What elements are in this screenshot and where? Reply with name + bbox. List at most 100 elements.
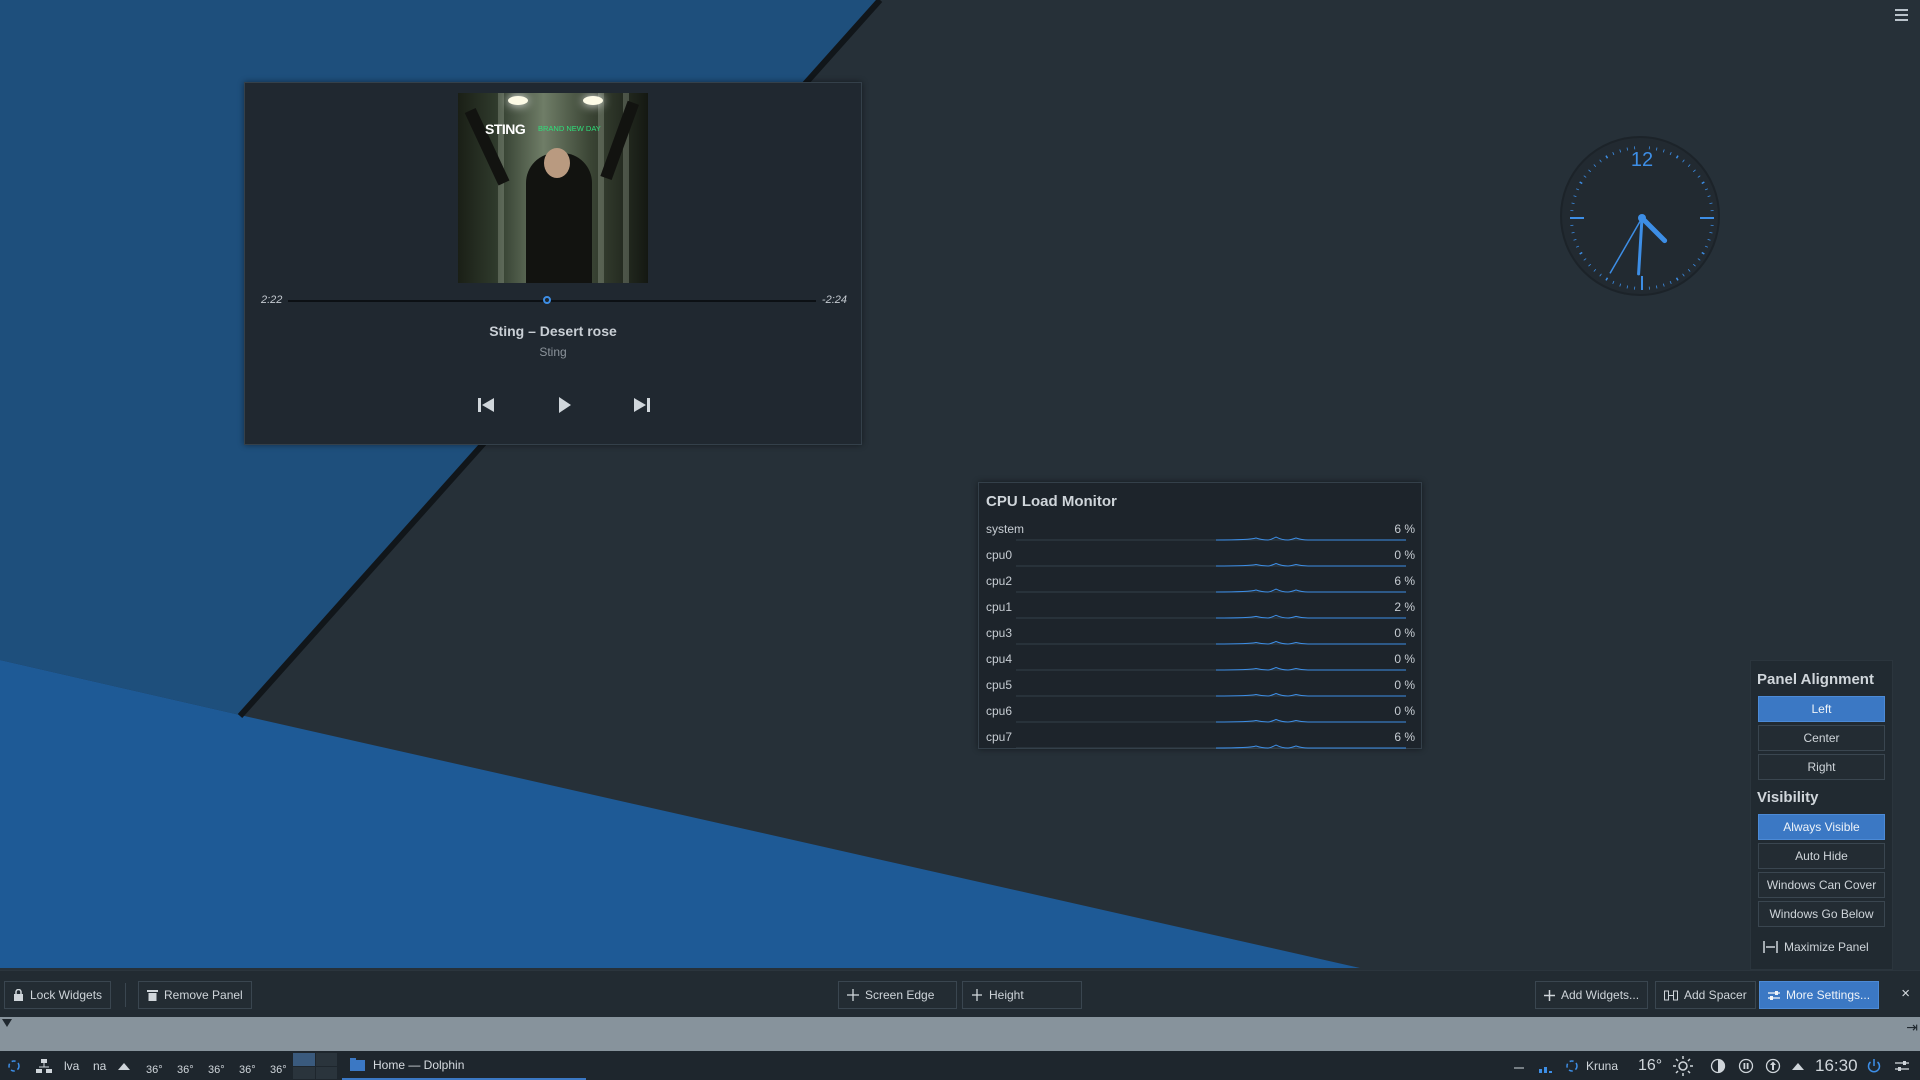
panel-configure-button[interactable] [1895, 1051, 1909, 1080]
alignment-left-button[interactable]: Left [1758, 696, 1885, 722]
network-button[interactable] [36, 1051, 52, 1080]
visibility-windows-can-cover-button[interactable]: Windows Can Cover [1758, 872, 1885, 898]
analog-clock-widget: 12 [1560, 136, 1720, 296]
previous-track-button[interactable] [474, 393, 498, 417]
maximize-panel-button[interactable]: Maximize Panel [1763, 940, 1869, 954]
more-settings-button[interactable]: More Settings... [1759, 981, 1880, 1009]
visibility-always-visible-button[interactable]: Always Visible [1758, 814, 1885, 840]
desktop-3[interactable] [293, 1066, 315, 1079]
keyboard-layout-1[interactable]: lva [64, 1051, 79, 1080]
cpu-row-name: cpu0 [986, 548, 1013, 562]
album-cover: STING BRAND NEW DAY [458, 93, 648, 283]
power-button[interactable] [1866, 1051, 1882, 1080]
alignment-center-button[interactable]: Center [1758, 725, 1885, 751]
cpu-row-name: cpu4 [986, 652, 1013, 666]
cpu-row-name: cpu2 [986, 574, 1013, 588]
update-button[interactable] [1765, 1051, 1781, 1080]
keyboard-layout-2[interactable]: na [93, 1051, 106, 1080]
audio-visualizer [1538, 1051, 1554, 1080]
visibility-windows-go-below-button[interactable]: Windows Go Below [1758, 901, 1885, 927]
cpu-row-value: 6 % [1394, 574, 1415, 588]
weather-button[interactable] [1673, 1051, 1693, 1080]
cpu-row-value: 2 % [1394, 600, 1415, 614]
weather-temperature[interactable]: 16° [1638, 1051, 1662, 1080]
cpu-row-value: 0 % [1394, 652, 1415, 666]
album-cover-artist-text: STING [485, 121, 526, 137]
time-elapsed: 2:22 [261, 294, 283, 306]
pause-icon [1738, 1058, 1754, 1073]
power-icon [1867, 1058, 1881, 1072]
system-clock[interactable]: 16:30 [1815, 1051, 1858, 1080]
clipboard-button[interactable] [1514, 1051, 1526, 1080]
desktop-1[interactable] [293, 1053, 315, 1066]
screen-edge-button[interactable]: Screen Edge [838, 981, 957, 1009]
ruler-left-marker[interactable] [2, 1019, 12, 1027]
weather-location-button[interactable]: Kruna [1564, 1051, 1618, 1080]
cpu-row-value: 0 % [1394, 704, 1415, 718]
move-icon [847, 989, 859, 1001]
taskbar-panel: lva na 36° 36° 36° 36° 36° Home — Dolphi… [0, 1051, 1920, 1080]
cpu-row-name: cpu6 [986, 704, 1013, 718]
remove-panel-button[interactable]: Remove Panel [138, 981, 252, 1009]
cpu-row-graph [1016, 666, 1406, 671]
seek-slider-handle[interactable] [542, 296, 551, 304]
half-circle-icon [1710, 1058, 1726, 1073]
tray-arrow-button[interactable] [1792, 1051, 1804, 1080]
ruler-right-marker[interactable]: ⇥ [1906, 1019, 1918, 1036]
cpu-row-value: 0 % [1394, 548, 1415, 562]
cpu-row-graph [1016, 640, 1406, 645]
track-artist: Sting [539, 345, 567, 359]
tray-expand-button[interactable] [118, 1051, 130, 1080]
cpu-row-cpu3: cpu3 0 % [986, 623, 1415, 645]
toolbar-separator [125, 983, 126, 1007]
add-spacer-label: Add Spacer [1684, 988, 1747, 1002]
panel-ruler[interactable]: ⇥ [0, 1017, 1920, 1051]
skip-previous-icon [478, 398, 494, 412]
seek-slider[interactable] [288, 296, 816, 304]
add-widgets-button[interactable]: Add Widgets... [1535, 981, 1649, 1009]
lock-widgets-button[interactable]: Lock Widgets [4, 981, 112, 1009]
virtual-desktop-pager[interactable] [293, 1053, 337, 1079]
folder-icon [350, 1058, 365, 1071]
next-track-button[interactable] [630, 393, 654, 417]
time-remaining: -2:24 [821, 294, 847, 306]
temperature-1: 36° [146, 1063, 163, 1076]
desktop-menu-icon[interactable] [1890, 6, 1912, 24]
clock-second-hand [1609, 217, 1643, 274]
height-button[interactable]: Height [962, 981, 1082, 1009]
clock-minute-hand [1637, 216, 1644, 276]
cpu-monitor-title: CPU Load Monitor [986, 493, 1117, 510]
screen-edge-label: Screen Edge [865, 988, 935, 1002]
weather-location: Kruna [1586, 1058, 1619, 1073]
temperature-4: 36° [239, 1063, 256, 1076]
cpu-row-cpu0: cpu0 0 % [986, 545, 1415, 567]
cpu-row-cpu1: cpu1 2 % [986, 597, 1415, 619]
cpu-row-name: cpu3 [986, 626, 1013, 640]
brightness-button[interactable] [1710, 1051, 1726, 1080]
album-cover-album-text: BRAND NEW DAY [538, 124, 601, 133]
maximize-panel-label: Maximize Panel [1784, 940, 1869, 954]
trash-icon [147, 990, 158, 1001]
chevron-up-icon [118, 1062, 130, 1070]
task-dolphin[interactable]: Home — Dolphin [342, 1051, 586, 1080]
clock-hour-hand [1639, 215, 1668, 244]
desktop-4[interactable] [315, 1066, 337, 1079]
cpu-row-graph [1016, 614, 1406, 619]
alignment-right-button[interactable]: Right [1758, 754, 1885, 780]
add-widgets-label: Add Widgets... [1561, 988, 1640, 1002]
settings-sliders-icon [1768, 990, 1780, 1000]
cpu-row-graph [1016, 692, 1406, 697]
play-button[interactable] [552, 393, 576, 417]
add-spacer-button[interactable]: Add Spacer [1655, 981, 1756, 1009]
media-pause-button[interactable] [1738, 1051, 1754, 1080]
launcher-icon [8, 1059, 20, 1072]
cpu-row-value: 0 % [1394, 626, 1415, 640]
desktop-2[interactable] [315, 1053, 337, 1066]
kde-connect-icon [1566, 1059, 1578, 1072]
close-edit-mode-button[interactable]: × [1901, 985, 1910, 1002]
temperature-5: 36° [270, 1063, 287, 1076]
visibility-auto-hide-button[interactable]: Auto Hide [1758, 843, 1885, 869]
cpu-row-graph [1016, 718, 1406, 723]
clock-12-label: 12 [1631, 149, 1653, 171]
app-launcher-button[interactable] [6, 1051, 22, 1080]
